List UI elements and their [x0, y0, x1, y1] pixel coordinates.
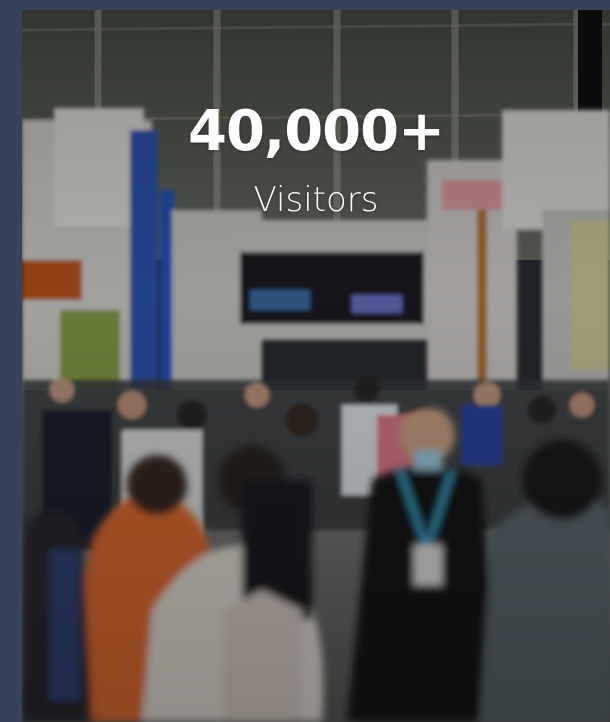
stat-card: 40,000+ Visitors [22, 10, 610, 722]
visitor-stat: 40,000+ Visitors [22, 98, 610, 220]
stat-label: Visitors [253, 180, 379, 220]
page-frame: 40,000+ Visitors [0, 0, 610, 722]
stat-number: 40,000+ [187, 99, 445, 164]
